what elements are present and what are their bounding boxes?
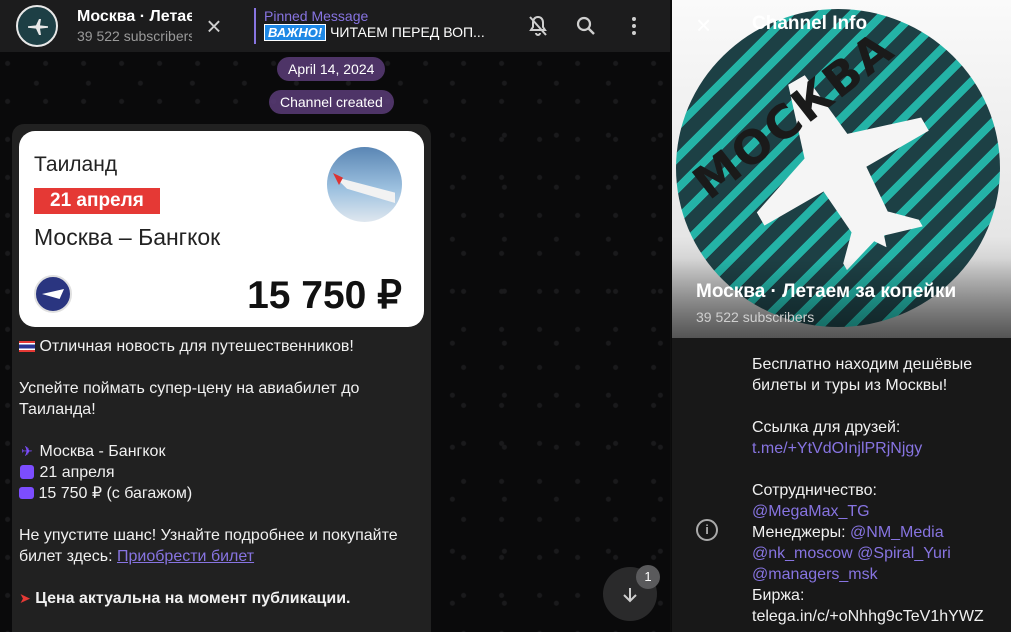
pointer-arrow-icon: ➤	[19, 590, 31, 606]
wing-shape	[335, 177, 395, 203]
card-route: Москва – Бангкок	[34, 224, 221, 250]
exchange-link[interactable]: telega.in/c/+oNhhg9cTeV1hYWZ	[752, 606, 1007, 627]
manager-link-4[interactable]: @managers_msk	[752, 564, 1007, 585]
desc-line-a: Бесплатно находим дешёвые	[752, 356, 973, 373]
coop-label: Сотрудничество:	[752, 482, 877, 499]
ticket-card-image[interactable]: Таиланд 21 апреля Москва – Бангкок 15 75…	[19, 131, 424, 327]
msg-date: 21 апреля	[39, 464, 115, 481]
msg-line-2b: Таиланда!	[19, 401, 96, 418]
exchange-label: Биржа:	[752, 587, 805, 604]
close-icon[interactable]: ×	[202, 13, 226, 39]
manager-link-2[interactable]: @nk_moscow	[752, 545, 853, 562]
manager-link-1[interactable]: @NM_Media	[850, 524, 944, 541]
close-icon[interactable]: ×	[696, 10, 711, 41]
telegram-window: Москва · Летаем за копейки 39 522 subscr…	[0, 0, 1011, 632]
search-icon[interactable]	[574, 14, 598, 38]
managers-label: Менеджеры:	[752, 524, 851, 541]
friends-link[interactable]: t.me/+YtVdOInjlPRjNjgy	[752, 438, 1007, 459]
airline-logo	[34, 275, 72, 313]
money-icon	[19, 487, 34, 499]
plane-icon	[28, 19, 48, 35]
pinned-label: Pinned Message	[264, 8, 369, 24]
info-icon: i	[696, 519, 718, 541]
channel-description: Бесплатно находим дешёвые билеты и туры и…	[752, 354, 1007, 632]
card-country: Таиланд	[34, 153, 118, 176]
msg-line-2a: Успейте поймать супер-цену на авиабилет …	[19, 380, 360, 397]
airplane-wing-photo	[327, 147, 402, 222]
chat-title-block[interactable]: Москва · Летаем за копейки 39 522 subscr…	[77, 8, 192, 44]
desc-line-b: билеты и туры из Москвы!	[752, 377, 948, 394]
pinned-message[interactable]: Pinned Message ВАЖНО! ЧИТАЕМ ПЕРЕД ВОП..…	[254, 8, 504, 44]
chat-header[interactable]: Москва · Летаем за копейки 39 522 subscr…	[0, 0, 670, 52]
channel-subscribers: 39 522 subscribers	[696, 309, 815, 325]
message-bubble[interactable]: Таиланд 21 апреля Москва – Бангкок 15 75…	[12, 124, 431, 632]
bell-off-icon[interactable]	[526, 14, 550, 38]
channel-avatar[interactable]	[16, 5, 58, 47]
more-vert-icon[interactable]	[622, 14, 646, 38]
coop-link[interactable]: @MegaMax_TG	[752, 501, 1007, 522]
card-date-badge: 21 апреля	[34, 188, 160, 214]
message-text: Отличная новость для путешественников! У…	[19, 336, 424, 630]
channel-info-pane: МОСКВА × Channel Info Москва · Летаем за…	[671, 0, 1011, 632]
channel-name: Москва · Летаем за копейки	[696, 281, 957, 302]
msg-cta-b: билет здесь:	[19, 548, 118, 565]
chat-pane: Москва · Летаем за копейки 39 522 subscr…	[0, 0, 670, 632]
msg-route: Москва - Бангкок	[39, 443, 166, 460]
unread-badge: 1	[636, 565, 660, 589]
msg-line-1: Отличная новость для путешественников!	[39, 338, 354, 355]
airplane-icon: ✈	[21, 443, 33, 459]
chat-title: Москва · Летаем за копейки	[77, 8, 192, 25]
card-price: 15 750 ₽	[247, 274, 402, 317]
friends-label: Ссылка для друзей:	[752, 419, 901, 436]
pinned-preview: ВАЖНО! ЧИТАЕМ ПЕРЕД ВОП...	[264, 24, 504, 41]
pinned-text: ЧИТАЕМ ПЕРЕД ВОП...	[330, 24, 485, 40]
panel-title: Channel Info	[752, 13, 868, 34]
service-message: Channel created	[269, 90, 394, 114]
msg-price: 15 750 ₽ (с багажом)	[38, 485, 193, 502]
pinned-badge: ВАЖНО!	[264, 24, 327, 41]
msg-note: Цена актуальна на момент публикации.	[35, 590, 351, 607]
chat-subscribers: 39 522 subscribers	[77, 28, 192, 44]
arrow-down-icon	[623, 588, 637, 603]
calendar-icon	[20, 465, 34, 479]
thailand-flag-icon	[19, 341, 35, 352]
buy-ticket-link[interactable]: Приобрести билет	[117, 548, 254, 565]
manager-link-3[interactable]: @Spiral_Yuri	[857, 545, 951, 562]
msg-cta-a: Не упустите шанс! Узнайте подробнее и по…	[19, 527, 398, 544]
date-pill: April 14, 2024	[277, 57, 386, 81]
